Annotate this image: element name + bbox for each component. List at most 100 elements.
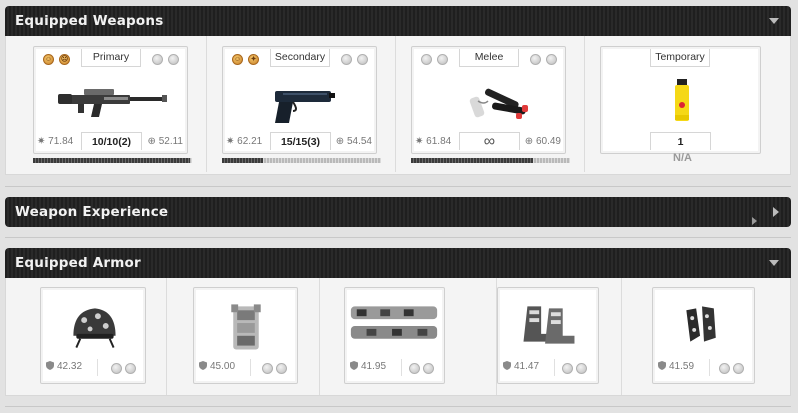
xp-bar-fill <box>33 158 191 163</box>
upgrade-dot-icon <box>276 363 287 374</box>
smile-badge-icon: ☺ <box>43 54 54 65</box>
ammo-count: 15/15(3) <box>270 132 331 150</box>
weapon-slot-melee: Melee ✷ 61.84 ∞ ⊕ 60.49 <box>396 36 585 172</box>
armor-card-pants[interactable]: 41.95 <box>344 287 445 384</box>
armor-slot-pants: 41.95 <box>320 278 497 395</box>
equipped-armor-header[interactable]: Equipped Armor <box>5 248 791 278</box>
frown-badge-icon: ☹ <box>59 54 70 65</box>
weapon-slot-primary: ☺ ☹ Primary ✷ 71.84 10/10(2) ⊕ 52.11 <box>6 36 207 172</box>
armor-slot-gloves: 41.59 <box>622 278 790 395</box>
helmet-icon <box>73 308 116 348</box>
shield-icon <box>658 361 666 370</box>
upgrade-dot-icon <box>168 54 179 65</box>
upgrade-dot-icon <box>719 363 730 374</box>
assault-rifle-icon <box>58 89 167 117</box>
equipped-weapons-header[interactable]: Equipped Weapons <box>5 6 791 36</box>
stat-divider <box>250 359 251 376</box>
weapon-xp-bar <box>222 158 381 163</box>
slot-tab-label: Melee <box>459 49 519 67</box>
pistol-icon <box>275 91 335 123</box>
equipped-weapons-title: Equipped Weapons <box>15 13 164 29</box>
upgrade-dot-icon <box>262 363 273 374</box>
armor-value: 42.32 <box>46 361 82 372</box>
weapon-card-temporary[interactable]: Temporary 1 <box>600 46 761 154</box>
upgrade-dot-icon <box>152 54 163 65</box>
expand-arrow-icon[interactable] <box>773 207 779 217</box>
equipped-armor-title: Equipped Armor <box>15 255 141 271</box>
section-divider <box>5 237 791 238</box>
na-label: N/A <box>673 152 692 164</box>
upgrade-dot-icon <box>423 363 434 374</box>
accuracy-stat: ⊕ 54.54 <box>335 136 372 147</box>
weapon-slot-secondary: ☺ ✦ Secondary ✷ 62.21 15/15(3) ⊕ 54.54 <box>207 36 396 172</box>
gloves-icon <box>686 306 716 342</box>
resize-corner-icon <box>752 217 757 225</box>
accuracy-stat: ⊕ 52.11 <box>147 136 183 147</box>
shield-icon <box>46 361 54 370</box>
armor-value: 41.95 <box>350 361 386 372</box>
armor-panel: 42.32 45.00 41.95 41.47 41.59 <box>5 278 791 396</box>
section-divider <box>5 406 791 407</box>
xp-bar-fill <box>222 158 264 163</box>
slot-tab-label: Temporary <box>650 49 710 67</box>
boots-icon <box>523 306 575 344</box>
upgrade-dot-icon <box>421 54 432 65</box>
upgrade-dot-icon <box>341 54 352 65</box>
weapon-slot-temporary: Temporary 1 N/A <box>585 36 790 172</box>
damage-stat: ✷ 61.84 <box>415 136 452 147</box>
collapse-arrow-icon[interactable] <box>769 260 779 266</box>
damage-stat: ✷ 71.84 <box>37 136 74 147</box>
stat-divider <box>97 359 98 376</box>
armor-slot-body: 45.00 <box>167 278 320 395</box>
shield-icon <box>503 361 511 370</box>
weapon-experience-header[interactable]: Weapon Experience <box>5 197 791 227</box>
armor-card-gloves[interactable]: 41.59 <box>652 287 755 384</box>
pepper-spray-icon <box>675 79 689 121</box>
weapon-xp-bar <box>411 158 570 163</box>
weapon-experience-title: Weapon Experience <box>15 204 169 220</box>
armor-card-helmet[interactable]: 42.32 <box>40 287 146 384</box>
accuracy-stat: ⊕ 60.49 <box>524 136 561 147</box>
upgrade-dot-icon <box>437 54 448 65</box>
ammo-count: 10/10(2) <box>81 132 142 150</box>
stat-divider <box>401 359 402 376</box>
armor-card-boots[interactable]: 41.47 <box>497 287 599 384</box>
nunchaku-icon <box>469 88 528 119</box>
pants-icon <box>350 306 438 339</box>
weapon-card-melee[interactable]: Melee ✷ 61.84 ∞ ⊕ 60.49 <box>411 46 566 154</box>
armor-value: 41.59 <box>658 361 694 372</box>
upgrade-dot-icon <box>125 363 136 374</box>
armor-value: 41.47 <box>503 361 539 372</box>
collapse-arrow-icon[interactable] <box>769 18 779 24</box>
upgrade-dot-icon <box>733 363 744 374</box>
upgrade-dot-icon <box>562 363 573 374</box>
ammo-infinite: ∞ <box>459 132 520 150</box>
body-armor-icon <box>231 304 261 350</box>
upgrade-dot-icon <box>576 363 587 374</box>
slot-tab-label: Primary <box>81 49 141 67</box>
weapon-xp-bar <box>33 158 192 163</box>
star-badge-icon: ✦ <box>248 54 259 65</box>
section-divider <box>5 186 791 187</box>
weapons-panel: ☺ ☹ Primary ✷ 71.84 10/10(2) ⊕ 52.11 ☺ ✦… <box>5 36 791 175</box>
weapon-card-primary[interactable]: ☺ ☹ Primary ✷ 71.84 10/10(2) ⊕ 52.11 <box>33 46 188 154</box>
item-count: 1 <box>650 132 711 150</box>
armor-slot-helmet: 42.32 <box>6 278 167 395</box>
smile-badge-icon: ☺ <box>232 54 243 65</box>
xp-bar-fill <box>411 158 534 163</box>
upgrade-dot-icon <box>111 363 122 374</box>
damage-stat: ✷ 62.21 <box>226 136 263 147</box>
upgrade-dot-icon <box>530 54 541 65</box>
upgrade-dot-icon <box>409 363 420 374</box>
slot-tab-label: Secondary <box>270 49 330 67</box>
stat-divider <box>554 359 555 376</box>
upgrade-dot-icon <box>546 54 557 65</box>
armor-value: 45.00 <box>199 361 235 372</box>
upgrade-dot-icon <box>357 54 368 65</box>
armor-card-body[interactable]: 45.00 <box>193 287 298 384</box>
shield-icon <box>350 361 358 370</box>
weapon-card-secondary[interactable]: ☺ ✦ Secondary ✷ 62.21 15/15(3) ⊕ 54.54 <box>222 46 377 154</box>
stat-divider <box>709 359 710 376</box>
shield-icon <box>199 361 207 370</box>
armor-slot-boots: 41.47 <box>497 278 622 395</box>
